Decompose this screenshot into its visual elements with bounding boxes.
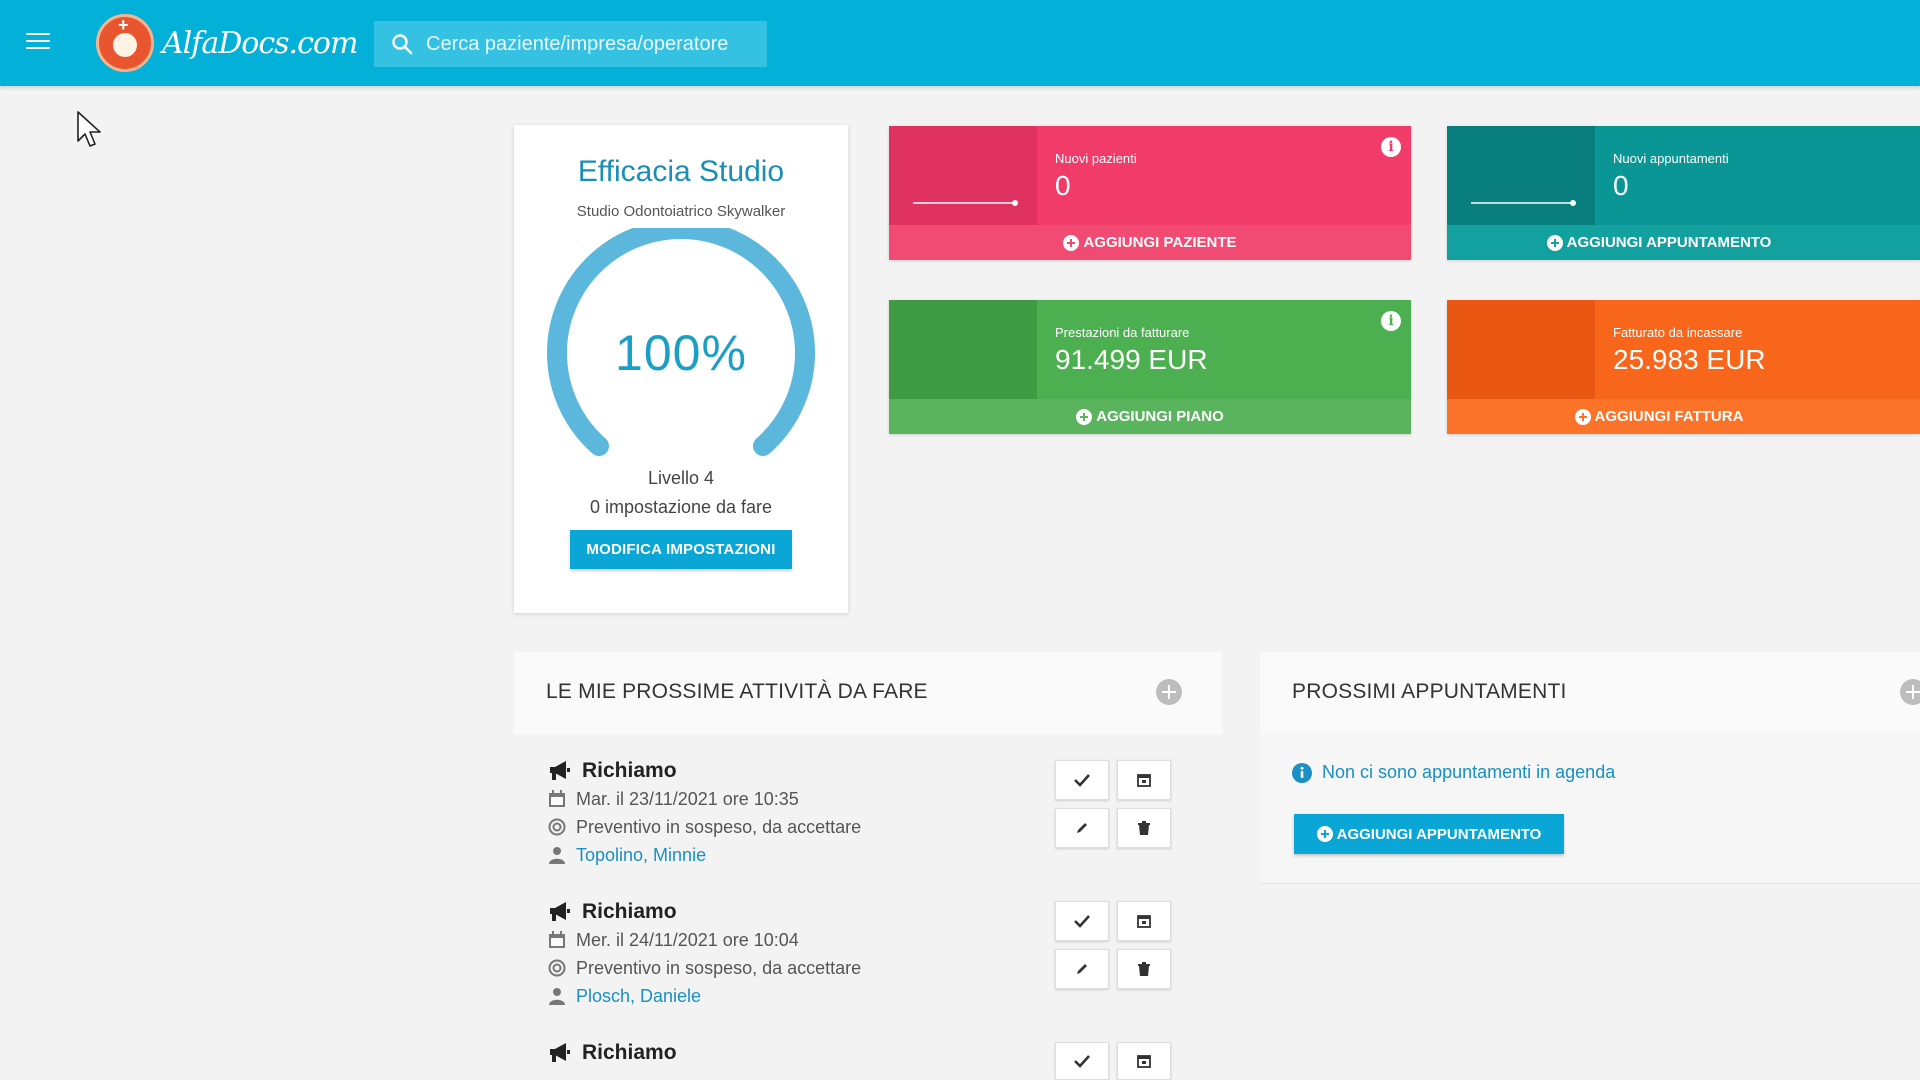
task-title: Richiamo	[582, 900, 677, 923]
tasks-section-title: LE MIE PROSSIME ATTIVITÀ DA FARE	[546, 680, 928, 703]
stat-label: Fatturato da incassare	[1613, 325, 1743, 340]
stat-label: Nuovi pazienti	[1055, 151, 1137, 166]
info-icon	[1292, 762, 1312, 783]
task-title: Richiamo	[582, 1041, 677, 1064]
efficacia-title: Efficacia Studio	[577, 155, 785, 188]
efficacia-percent: 100%	[615, 325, 747, 381]
calendar-icon	[1137, 915, 1151, 928]
sparkline	[913, 200, 1018, 206]
mouse-cursor-icon	[77, 111, 101, 147]
tasks-section-header: LE MIE PROSSIME ATTIVITÀ DA FARE	[514, 652, 1222, 734]
aggiungi-fattura-button[interactable]: AGGIUNGI FATTURA	[1447, 399, 1920, 434]
add-task-icon[interactable]	[1156, 679, 1182, 705]
trash-icon	[1138, 821, 1150, 835]
logo-text: AlfaDocs.com	[162, 25, 358, 61]
megaphone-icon	[550, 902, 570, 921]
patient-link[interactable]: Plosch, Daniele	[576, 986, 701, 1007]
delete-task-button[interactable]	[1117, 808, 1171, 848]
delete-task-button[interactable]	[1117, 949, 1171, 989]
user-icon	[549, 988, 565, 1005]
check-icon	[1074, 915, 1090, 928]
plus-circle-icon	[1063, 234, 1080, 251]
stat-card-nuovi-appuntamenti: Nuovi appuntamenti 0 AGGIUNGI APPUNTAMEN…	[1447, 126, 1920, 260]
no-appointments-message: Non ci sono appuntamenti in agenda	[1292, 762, 1615, 783]
complete-task-button[interactable]	[1055, 1042, 1109, 1080]
stat-value: 0	[1055, 170, 1071, 201]
stat-value: 91.499 EUR	[1055, 344, 1208, 375]
task-status: Preventivo in sospeso, da accettare	[576, 957, 862, 978]
appointments-section-header: PROSSIMI APPUNTAMENTI	[1260, 652, 1920, 734]
aggiungi-paziente-button[interactable]: AGGIUNGI PAZIENTE	[889, 225, 1411, 260]
task-date: Mar. il 23/11/2021 ore 10:35	[576, 788, 799, 809]
aggiungi-appuntamento-button[interactable]: AGGIUNGI APPUNTAMENTO	[1447, 225, 1920, 260]
plus-circle-icon	[1546, 234, 1563, 251]
complete-task-button[interactable]	[1055, 901, 1109, 941]
appointments-section-body	[1260, 734, 1920, 884]
edit-task-button[interactable]	[1055, 949, 1109, 989]
task-date: Mer. il 24/11/2021 ore 10:04	[576, 929, 799, 950]
search-icon	[392, 34, 413, 55]
target-icon	[548, 818, 566, 836]
pencil-icon	[1077, 823, 1087, 833]
patient-link[interactable]: Topolino, Minnie	[576, 845, 706, 866]
modifica-impostazioni-button[interactable]: MODIFICA IMPOSTAZIONI	[570, 530, 792, 569]
plus-circle-icon	[1076, 408, 1093, 425]
add-appointment-button[interactable]: AGGIUNGI APPUNTAMENTO	[1294, 814, 1564, 854]
efficacia-todo: 0 impostazione da fare	[589, 497, 773, 517]
top-bar: AlfaDocs.com	[0, 0, 1920, 86]
pencil-icon	[1077, 964, 1087, 974]
search-box[interactable]	[374, 21, 767, 67]
stat-value: 25.983 EUR	[1613, 344, 1766, 375]
task-status: Preventivo in sospeso, da accettare	[576, 816, 862, 837]
reschedule-task-button[interactable]	[1117, 760, 1171, 800]
edit-task-button[interactable]	[1055, 808, 1109, 848]
complete-task-button[interactable]	[1055, 760, 1109, 800]
calendar-icon	[549, 790, 565, 807]
calendar-icon	[1137, 1055, 1151, 1068]
efficacia-studio-card: Efficacia Studio Studio Odontoiatrico Sk…	[514, 125, 848, 613]
megaphone-icon	[550, 1043, 570, 1062]
lion-logo-icon	[96, 14, 154, 72]
efficacia-level: Livello 4	[647, 468, 715, 488]
search-input[interactable]	[426, 32, 756, 56]
trash-icon	[1138, 962, 1150, 976]
aggiungi-piano-button[interactable]: AGGIUNGI PIANO	[889, 399, 1411, 434]
plus-circle-icon	[1574, 408, 1591, 425]
reschedule-task-button[interactable]	[1117, 901, 1171, 941]
hamburger-icon[interactable]	[26, 33, 50, 51]
stat-card-prestazioni: Prestazioni da fatturare 91.499 EUR i AG…	[889, 300, 1411, 434]
efficacia-gauge: 100%	[541, 228, 821, 468]
stat-label: Prestazioni da fatturare	[1055, 325, 1190, 340]
reschedule-task-button[interactable]	[1117, 1042, 1171, 1080]
calendar-icon	[1137, 774, 1151, 787]
check-icon	[1074, 774, 1090, 787]
appointments-section-title: PROSSIMI APPUNTAMENTI	[1292, 680, 1567, 703]
task-title: Richiamo	[582, 759, 677, 782]
info-icon[interactable]: i	[1381, 137, 1401, 157]
logo[interactable]: AlfaDocs.com	[96, 12, 358, 74]
add-appointment-icon[interactable]	[1900, 679, 1920, 705]
stat-label: Nuovi appuntamenti	[1613, 151, 1729, 166]
info-icon[interactable]: i	[1381, 311, 1401, 331]
stat-value: 0	[1613, 170, 1629, 201]
plus-circle-icon	[1316, 826, 1333, 842]
user-icon	[549, 847, 565, 864]
target-icon	[548, 959, 566, 977]
stat-card-nuovi-pazienti: Nuovi pazienti 0 i AGGIUNGI PAZIENTE	[889, 126, 1411, 260]
check-icon	[1074, 1055, 1090, 1068]
stat-card-fatturato: Fatturato da incassare 25.983 EUR AGGIUN…	[1447, 300, 1920, 434]
studio-name: Studio Odontoiatrico Skywalker	[576, 203, 786, 220]
calendar-icon	[549, 931, 565, 948]
megaphone-icon	[550, 761, 570, 780]
sparkline	[1471, 200, 1576, 206]
